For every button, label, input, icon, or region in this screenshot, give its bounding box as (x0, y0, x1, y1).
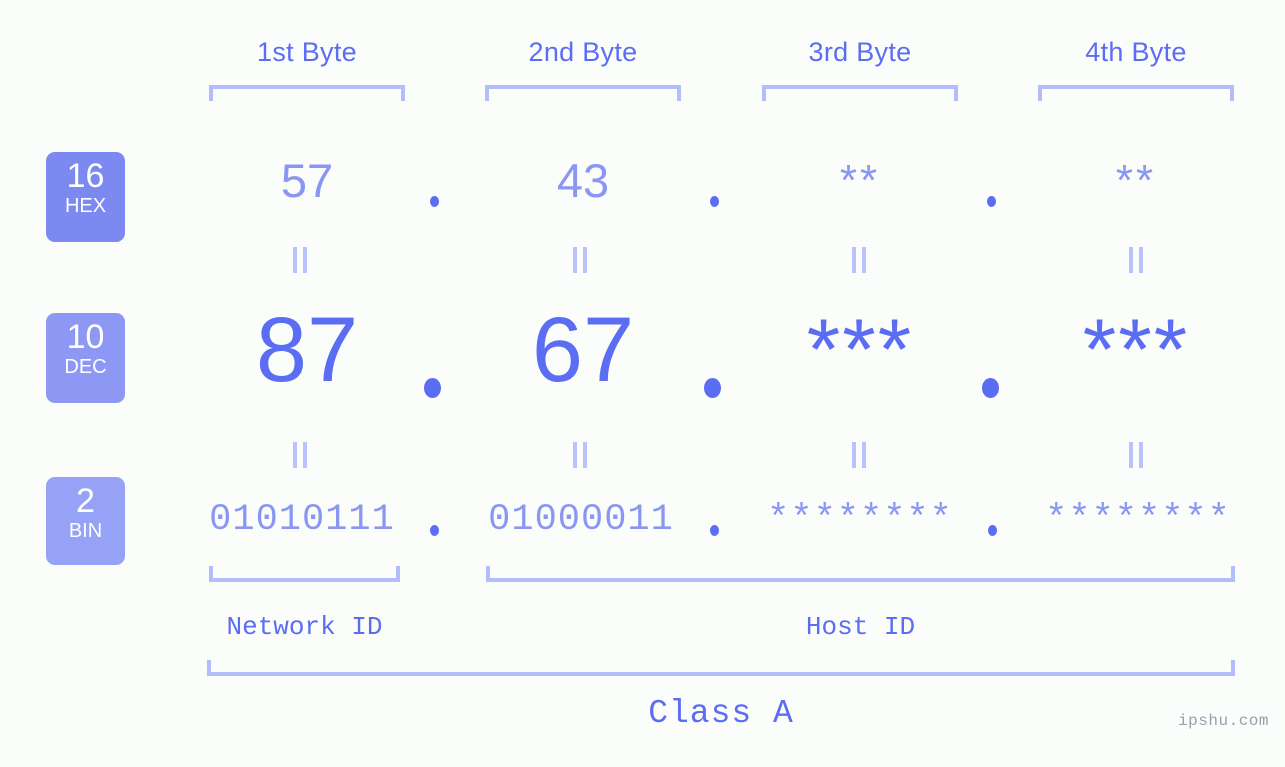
base-badge-dec-number: 10 (66, 318, 105, 356)
byte-header-1: 1st Byte (257, 37, 357, 67)
byte-bracket-1 (209, 85, 405, 101)
hex-byte-4: ** (1115, 156, 1157, 205)
dec-separator-2 (704, 378, 721, 398)
ip-breakdown-diagram: 1st Byte 2nd Byte 3rd Byte 4th Byte 16 H… (0, 0, 1285, 767)
base-badge-bin-number: 2 (76, 482, 95, 520)
base-badge-dec-abbr: DEC (64, 356, 107, 378)
hex-separator-3 (987, 196, 996, 207)
dec-byte-3: *** (806, 302, 914, 398)
dec-separator-1 (424, 378, 441, 398)
equals-mark-hex-dec-1 (292, 247, 308, 273)
host-id-label: Host ID (805, 612, 916, 642)
class-bracket (207, 660, 1235, 676)
equals-mark-dec-bin-3 (851, 442, 867, 468)
watermark: ipshu.com (1178, 712, 1269, 730)
hex-separator-2 (710, 196, 719, 207)
byte-header-4: 4th Byte (1085, 37, 1187, 67)
base-badge-bin-abbr: BIN (68, 520, 103, 542)
base-badge-bin: 2 BIN (46, 477, 125, 565)
dec-separator-3 (982, 378, 999, 398)
host-id-bracket (486, 566, 1235, 582)
dec-byte-4: *** (1082, 302, 1190, 398)
network-id-bracket (209, 566, 400, 582)
hex-byte-1: 57 (280, 154, 334, 207)
bin-separator-3 (988, 525, 997, 536)
bin-separator-1 (430, 525, 439, 536)
bin-byte-2: 01000011 (488, 499, 674, 541)
class-label: Class A (648, 695, 794, 732)
hex-separator-1 (430, 196, 439, 207)
equals-mark-dec-bin-1 (292, 442, 308, 468)
equals-mark-hex-dec-3 (851, 247, 867, 273)
equals-mark-hex-dec-2 (572, 247, 588, 273)
base-badge-hex-number: 16 (66, 157, 105, 195)
hex-byte-2: 43 (556, 154, 610, 207)
bin-byte-3: ******** (767, 499, 953, 541)
dec-byte-2: 67 (531, 299, 635, 401)
equals-mark-hex-dec-4 (1128, 247, 1144, 273)
equals-mark-dec-bin-2 (572, 442, 588, 468)
base-badge-hex-abbr: HEX (64, 195, 107, 217)
hex-byte-3: ** (839, 156, 881, 205)
byte-bracket-2 (485, 85, 681, 101)
bin-byte-4: ******** (1045, 499, 1231, 541)
base-badge-dec: 10 DEC (46, 313, 125, 403)
byte-bracket-4 (1038, 85, 1234, 101)
bin-byte-1: 01010111 (209, 499, 395, 541)
byte-bracket-3 (762, 85, 958, 101)
byte-header-2: 2nd Byte (528, 37, 638, 67)
network-id-label: Network ID (226, 612, 383, 642)
bin-separator-2 (710, 525, 719, 536)
byte-header-3: 3rd Byte (808, 37, 912, 67)
base-badge-hex: 16 HEX (46, 152, 125, 242)
equals-mark-dec-bin-4 (1128, 442, 1144, 468)
dec-byte-1: 87 (255, 299, 359, 401)
